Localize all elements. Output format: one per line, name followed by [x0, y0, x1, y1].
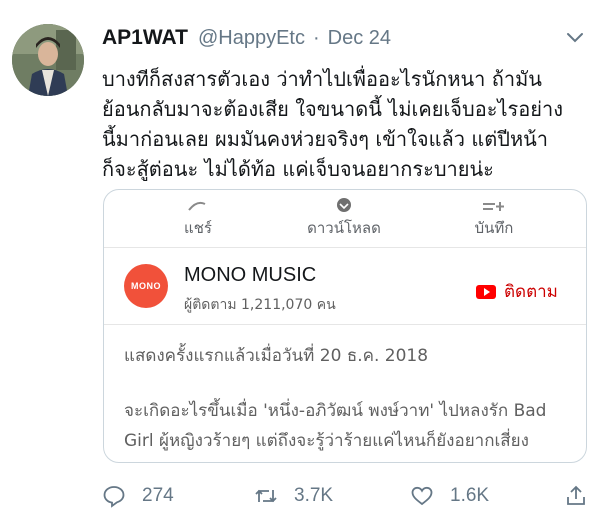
reply-icon — [103, 486, 125, 508]
tweet-text: บางทีก็สงสารตัวเอง ว่าทำไปเพื่ออะไรนักหน… — [102, 64, 594, 184]
tweet-text-line: ย้อนกลับมาจะต้องเสีย ใจขนาดนี้ ไม่เคยเจ็… — [102, 97, 564, 121]
share-label: แชร์ — [184, 219, 212, 237]
like-button[interactable]: 1.6K — [410, 482, 489, 510]
video-description: จะเกิดอะไรขึ้นเมื่อ 'หนึ่ง-อภิวัฒน์ พงษ์… — [124, 396, 576, 456]
share-button[interactable]: แชร์ — [138, 190, 258, 240]
tweet-header: AP1WAT @HappyEtc · Dec 24 — [102, 26, 391, 56]
save-label: บันทึก — [474, 219, 514, 237]
share-tweet-button[interactable] — [564, 482, 588, 510]
avatar[interactable] — [12, 24, 84, 96]
channel-name[interactable]: MONO MUSIC — [184, 264, 316, 287]
user-handle[interactable]: @HappyEtc — [198, 27, 305, 50]
media-card[interactable]: แชร์ ดาวน์โหลด บันทึก MONO MONO MUSIC ผู… — [103, 189, 587, 463]
chevron-down-icon[interactable] — [566, 30, 584, 44]
channel-logo[interactable]: MONO — [124, 264, 168, 308]
download-button[interactable]: ดาวน์โหลด — [284, 190, 404, 240]
subscriber-count: ผู้ติดตาม 1,211,070 คน — [184, 297, 336, 313]
action-bar: 274 3.7K 1.6K — [100, 482, 590, 510]
reply-count: 274 — [142, 485, 174, 506]
description-line: จะเกิดอะไรขึ้นเมื่อ 'หนึ่ง-อภิวัฒน์ พงษ์… — [124, 401, 547, 421]
display-name[interactable]: AP1WAT — [102, 26, 188, 50]
divider — [104, 324, 586, 325]
youtube-icon — [476, 284, 496, 299]
like-count: 1.6K — [450, 485, 490, 506]
description-line: Girl ผู้หญิงวร้ายๆ แต่ถึงจะรู้ว่าร้ายแค่… — [124, 431, 529, 451]
share-icon — [138, 190, 258, 212]
retweet-icon — [255, 489, 277, 503]
heart-icon — [411, 486, 433, 506]
avatar-image — [12, 24, 84, 96]
share-tweet-icon — [567, 485, 585, 505]
download-label: ดาวน์โหลด — [307, 219, 381, 237]
save-button[interactable]: บันทึก — [434, 190, 554, 240]
save-playlist-icon — [434, 190, 554, 212]
tweet-date[interactable]: Dec 24 — [328, 27, 391, 50]
reply-button[interactable]: 274 — [102, 482, 174, 510]
share-row: แชร์ ดาวน์โหลด บันทึก — [104, 190, 586, 246]
subscribe-label: ติดตาม — [504, 282, 558, 302]
retweet-count: 3.7K — [294, 485, 334, 506]
divider — [104, 247, 586, 248]
retweet-button[interactable]: 3.7K — [254, 482, 333, 510]
download-icon — [284, 190, 404, 212]
subscribe-button[interactable]: ติดตาม — [476, 278, 558, 305]
tweet-text-line: นี้มาก่อนเลย ผมมันคงห่วยจริงๆ เข้าใจแล้ว… — [102, 127, 549, 151]
tweet-text-line: บางทีก็สงสารตัวเอง ว่าทำไปเพื่ออะไรนักหน… — [102, 67, 542, 91]
separator-dot: · — [312, 27, 320, 49]
tweet-text-line: ก็จะสู้ต่อนะ ไม่ได้ท้อ แค่เจ็บจนอยากระบา… — [102, 157, 494, 181]
first-shown-date: แสดงครั้งแรกแล้วเมื่อวันที่ 20 ธ.ค. 2018 — [124, 346, 429, 366]
